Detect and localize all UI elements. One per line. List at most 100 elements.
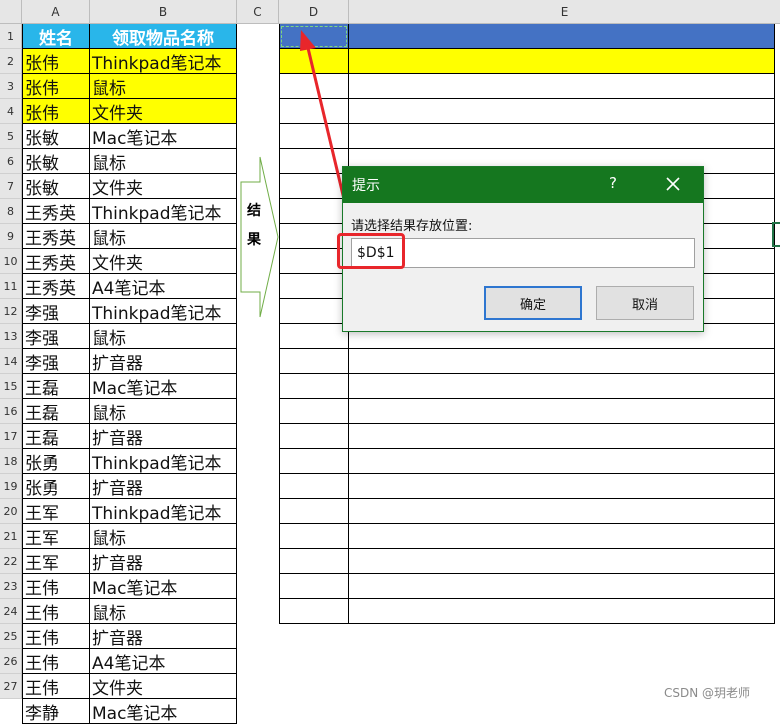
name-cell[interactable]: 王秀英: [22, 274, 90, 299]
cancel-button[interactable]: 取消: [596, 286, 694, 320]
result-cell-d[interactable]: [279, 424, 349, 449]
item-cell[interactable]: 扩音器: [90, 624, 237, 649]
row-header[interactable]: 2: [0, 49, 22, 74]
result-cell-e[interactable]: [349, 549, 775, 574]
header-cell-item[interactable]: 领取物品名称: [90, 24, 237, 49]
name-cell[interactable]: 王军: [22, 499, 90, 524]
row-header[interactable]: 6: [0, 149, 22, 174]
result-cell-e[interactable]: [349, 49, 775, 74]
item-cell[interactable]: A4笔记本: [90, 274, 237, 299]
row-header[interactable]: 13: [0, 324, 22, 349]
result-cell-e[interactable]: [349, 574, 775, 599]
result-cell-e[interactable]: [349, 474, 775, 499]
name-cell[interactable]: 王伟: [22, 649, 90, 674]
item-cell[interactable]: 鼠标: [90, 149, 237, 174]
name-cell[interactable]: 王伟: [22, 624, 90, 649]
row-header[interactable]: 9: [0, 224, 22, 249]
result-cell-d[interactable]: [279, 324, 349, 349]
close-icon[interactable]: [661, 172, 685, 196]
result-cell-d[interactable]: [279, 449, 349, 474]
name-cell[interactable]: 王伟: [22, 674, 90, 699]
result-cell-e[interactable]: [349, 499, 775, 524]
column-header-c[interactable]: C: [237, 0, 279, 24]
header-cell-name[interactable]: 姓名: [22, 24, 90, 49]
name-cell[interactable]: 李强: [22, 299, 90, 324]
row-header[interactable]: 12: [0, 299, 22, 324]
name-cell[interactable]: 张伟: [22, 49, 90, 74]
item-cell[interactable]: Thinkpad笔记本: [90, 499, 237, 524]
item-cell[interactable]: Thinkpad笔记本: [90, 299, 237, 324]
result-cell-e[interactable]: [349, 349, 775, 374]
name-cell[interactable]: 李静: [22, 699, 90, 724]
row-header[interactable]: 1: [0, 24, 22, 49]
item-cell[interactable]: Mac笔记本: [90, 699, 237, 724]
result-cell-e[interactable]: [349, 99, 775, 124]
result-cell-d[interactable]: [279, 524, 349, 549]
name-cell[interactable]: 张勇: [22, 449, 90, 474]
row-header[interactable]: 4: [0, 99, 22, 124]
result-cell-d[interactable]: [279, 474, 349, 499]
name-cell[interactable]: 王磊: [22, 424, 90, 449]
row-header[interactable]: 24: [0, 599, 22, 624]
result-cell-d[interactable]: [279, 399, 349, 424]
result-cell-d[interactable]: [279, 599, 349, 624]
row-header[interactable]: 16: [0, 399, 22, 424]
item-cell[interactable]: 鼠标: [90, 524, 237, 549]
item-cell[interactable]: 鼠标: [90, 74, 237, 99]
name-cell[interactable]: 王军: [22, 549, 90, 574]
item-cell[interactable]: 扩音器: [90, 474, 237, 499]
result-cell-e[interactable]: [349, 424, 775, 449]
name-cell[interactable]: 王磊: [22, 399, 90, 424]
row-header[interactable]: 10: [0, 249, 22, 274]
row-header[interactable]: 26: [0, 649, 22, 674]
name-cell[interactable]: 张敏: [22, 149, 90, 174]
ok-button[interactable]: 确定: [484, 286, 582, 320]
item-cell[interactable]: Thinkpad笔记本: [90, 49, 237, 74]
name-cell[interactable]: 李强: [22, 349, 90, 374]
column-header-b[interactable]: B: [90, 0, 237, 24]
result-cell-d[interactable]: [279, 274, 349, 299]
name-cell[interactable]: 李强: [22, 324, 90, 349]
row-header[interactable]: 5: [0, 124, 22, 149]
item-cell[interactable]: 扩音器: [90, 349, 237, 374]
row-header[interactable]: 18: [0, 449, 22, 474]
item-cell[interactable]: 文件夹: [90, 674, 237, 699]
help-button[interactable]: ?: [609, 174, 617, 192]
row-header[interactable]: 27: [0, 674, 22, 699]
row-header[interactable]: 15: [0, 374, 22, 399]
name-cell[interactable]: 王伟: [22, 574, 90, 599]
row-header[interactable]: 11: [0, 274, 22, 299]
item-cell[interactable]: Mac笔记本: [90, 574, 237, 599]
result-cell-d[interactable]: [279, 299, 349, 324]
result-cell-e[interactable]: [349, 74, 775, 99]
result-cell-e[interactable]: [349, 399, 775, 424]
name-cell[interactable]: 张敏: [22, 124, 90, 149]
column-header-d[interactable]: D: [279, 0, 349, 24]
select-all-corner[interactable]: [0, 0, 22, 24]
item-cell[interactable]: 鼠标: [90, 399, 237, 424]
result-cell-e[interactable]: [349, 449, 775, 474]
row-header[interactable]: 3: [0, 74, 22, 99]
result-cell-e[interactable]: [349, 599, 775, 624]
result-cell-d[interactable]: [279, 499, 349, 524]
column-header-a[interactable]: A: [22, 0, 90, 24]
name-cell[interactable]: 张敏: [22, 174, 90, 199]
result-cell-d[interactable]: [279, 374, 349, 399]
item-cell[interactable]: 鼠标: [90, 599, 237, 624]
item-cell[interactable]: Thinkpad笔记本: [90, 199, 237, 224]
item-cell[interactable]: Mac笔记本: [90, 374, 237, 399]
row-header[interactable]: 17: [0, 424, 22, 449]
result-cell-d[interactable]: [279, 549, 349, 574]
name-cell[interactable]: 张伟: [22, 74, 90, 99]
result-cell-e[interactable]: [349, 374, 775, 399]
name-cell[interactable]: 王磊: [22, 374, 90, 399]
name-cell[interactable]: 王秀英: [22, 249, 90, 274]
row-header[interactable]: 20: [0, 499, 22, 524]
name-cell[interactable]: 张勇: [22, 474, 90, 499]
item-cell[interactable]: A4笔记本: [90, 649, 237, 674]
name-cell[interactable]: 王秀英: [22, 199, 90, 224]
result-cell-d[interactable]: [279, 574, 349, 599]
row-header[interactable]: 21: [0, 524, 22, 549]
item-cell[interactable]: 扩音器: [90, 424, 237, 449]
item-cell[interactable]: 文件夹: [90, 249, 237, 274]
